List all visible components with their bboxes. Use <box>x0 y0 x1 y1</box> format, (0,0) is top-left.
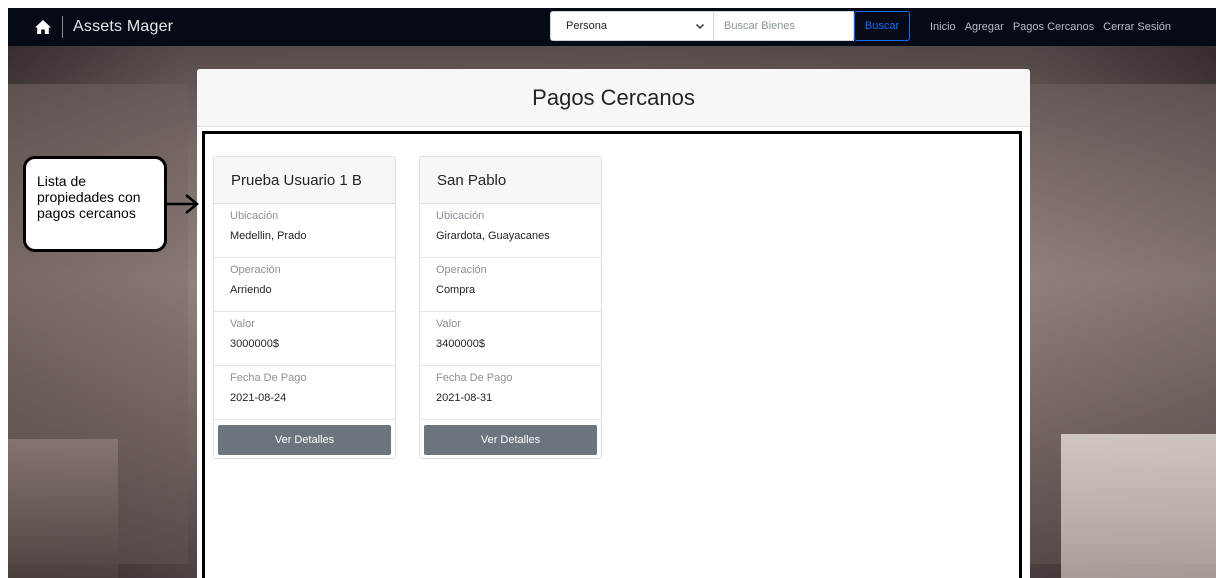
field-label: Operación <box>436 264 487 276</box>
field-value: 3000000$ <box>230 338 279 350</box>
navbar: Assets Mager Persona Buscar Inicio Agreg… <box>8 8 1216 46</box>
field-label: Valor <box>230 318 255 330</box>
main-panel: Pagos Cercanos Prueba Usuario 1 B Ubicac… <box>197 69 1030 578</box>
property-field-operation: Operación Compra <box>420 258 601 312</box>
property-field-location: Ubicación Medellin, Prado <box>214 204 395 258</box>
nav-links: Inicio Agregar Pagos Cercanos Cerrar Ses… <box>930 8 1171 46</box>
category-select[interactable]: Persona <box>550 11 714 41</box>
brand[interactable]: Assets Mager <box>34 16 173 38</box>
field-value: Arriendo <box>230 284 272 296</box>
field-label: Valor <box>436 318 461 330</box>
field-label: Fecha De Pago <box>230 372 307 384</box>
property-card-title: San Pablo <box>420 157 601 204</box>
background-shelf-right <box>1061 434 1216 578</box>
property-field-location: Ubicación Girardota, Guayacanes <box>420 204 601 258</box>
field-value: Compra <box>436 284 476 296</box>
property-card: San Pablo Ubicación Girardota, Guayacane… <box>419 156 602 459</box>
view-details-button[interactable]: Ver Detalles <box>424 425 597 455</box>
chevron-down-icon <box>695 21 705 31</box>
search-input[interactable] <box>714 11 854 41</box>
field-label: Operación <box>230 264 281 276</box>
search-button[interactable]: Buscar <box>854 11 910 41</box>
field-value: 2021-08-24 <box>230 392 287 404</box>
property-field-payment-date: Fecha De Pago 2021-08-24 <box>214 366 395 420</box>
property-field-value: Valor 3000000$ <box>214 312 395 366</box>
view-details-button[interactable]: Ver Detalles <box>218 425 391 455</box>
field-label: Ubicación <box>230 210 279 222</box>
page-title: Pagos Cercanos <box>197 69 1030 127</box>
search-form: Persona Buscar <box>550 11 910 41</box>
brand-name[interactable]: Assets Mager <box>73 18 173 36</box>
nav-link-cerrar-sesion[interactable]: Cerrar Sesión <box>1103 21 1171 33</box>
category-select-value: Persona <box>566 20 607 32</box>
brand-divider <box>62 16 63 38</box>
field-value: 3400000$ <box>436 338 485 350</box>
field-label: Ubicación <box>436 210 485 222</box>
nav-link-pagos-cercanos[interactable]: Pagos Cercanos <box>1013 21 1094 33</box>
field-value: Medellin, Prado <box>230 230 307 242</box>
nav-link-inicio[interactable]: Inicio <box>930 21 956 33</box>
property-field-value: Valor 3400000$ <box>420 312 601 366</box>
annotation-callout: Lista de propiedades con pagos cercanos <box>23 156 167 252</box>
home-icon[interactable] <box>34 18 52 36</box>
property-card: Prueba Usuario 1 B Ubicación Medellin, P… <box>213 156 396 459</box>
callout-line: Lista de <box>37 173 87 189</box>
field-value: 2021-08-31 <box>436 392 493 404</box>
callout-line: pagos cercanos <box>37 205 136 221</box>
field-label: Fecha De Pago <box>436 372 513 384</box>
arrow-right-icon <box>167 194 199 214</box>
field-value: Girardota, Guayacanes <box>436 230 550 242</box>
callout-line: propiedades con <box>37 189 141 205</box>
background-shelf-left <box>8 439 118 578</box>
property-field-payment-date: Fecha De Pago 2021-08-31 <box>420 366 601 420</box>
property-field-operation: Operación Arriendo <box>214 258 395 312</box>
property-card-title: Prueba Usuario 1 B <box>214 157 395 204</box>
nav-link-agregar[interactable]: Agregar <box>965 21 1004 33</box>
